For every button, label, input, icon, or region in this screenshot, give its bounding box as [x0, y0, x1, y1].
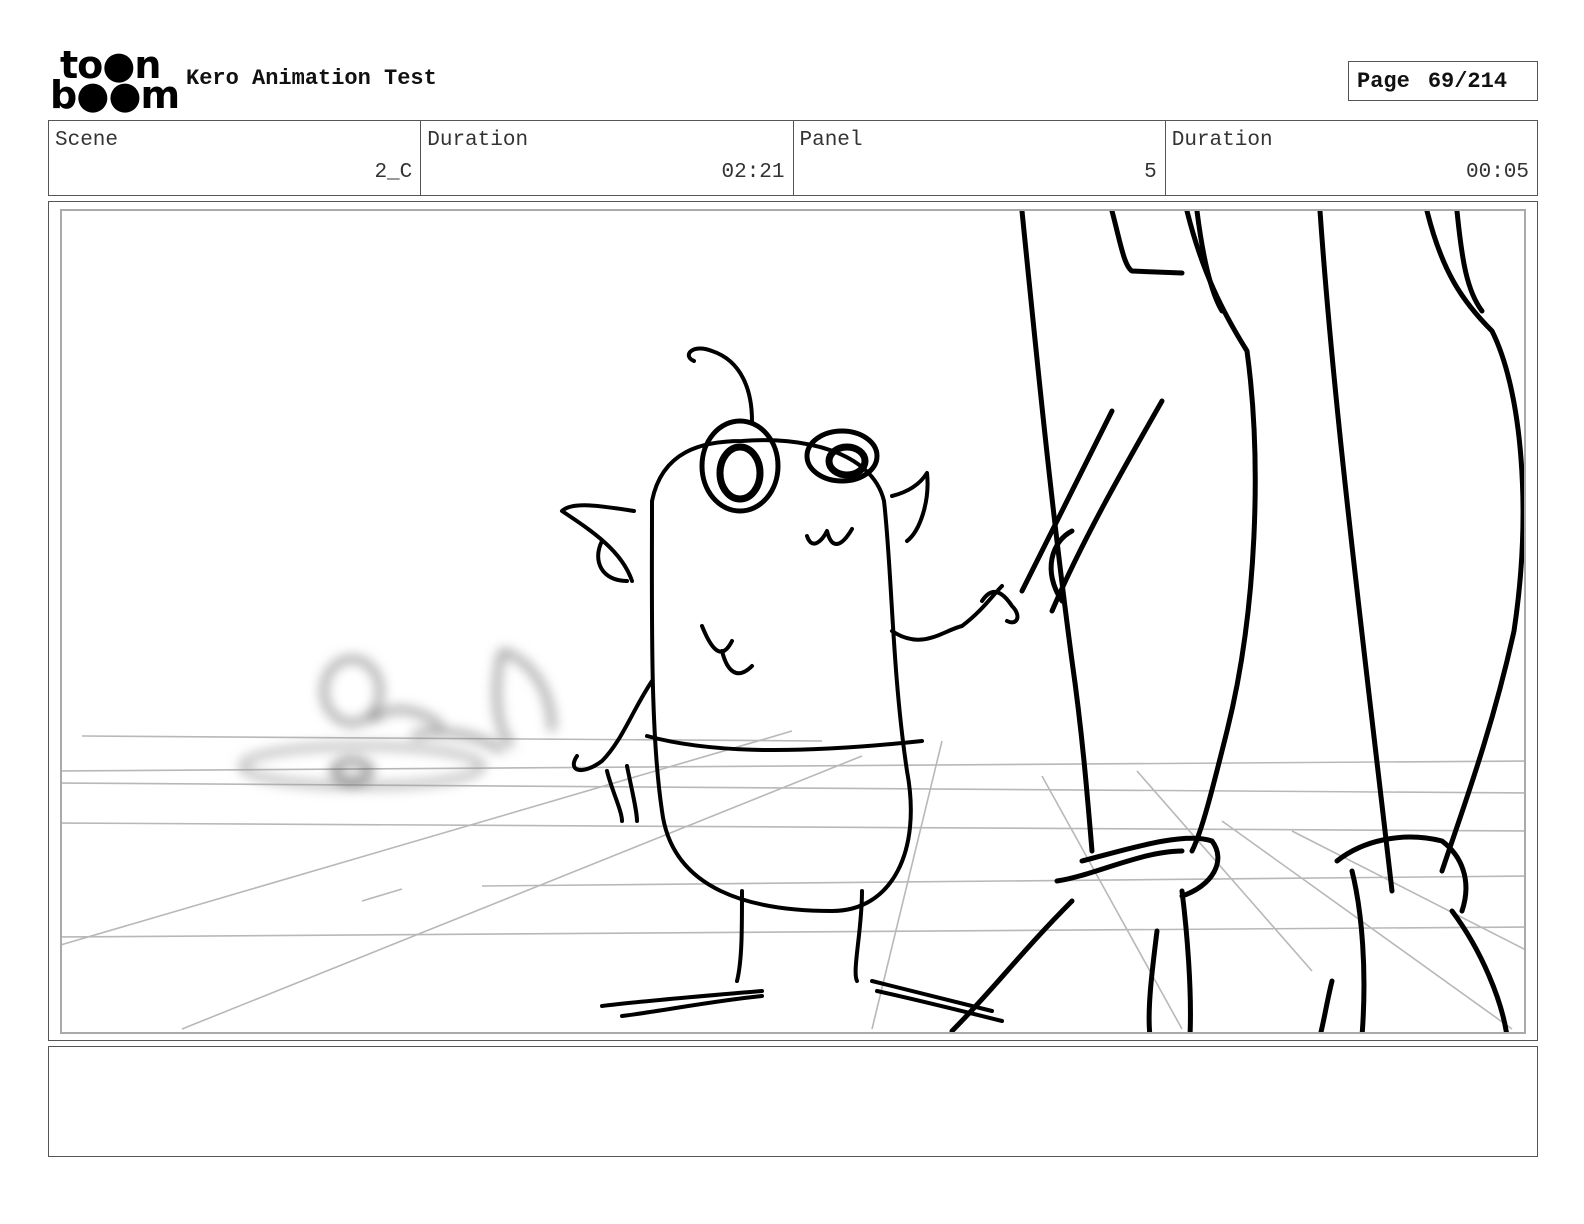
panel-label: Panel [799, 129, 863, 152]
blurred-background-figures [239, 648, 555, 789]
panel-cell: Panel 5 [794, 121, 1166, 195]
scene-label: Scene [55, 129, 119, 152]
panel-duration-label: Duration [1171, 129, 1273, 152]
storyboard-panel-frame [48, 201, 1538, 1041]
panel-duration-cell: Duration 00:05 [1166, 121, 1537, 195]
toon-boom-logo: to●n b●●m [50, 46, 180, 114]
scene-value: 2_C [374, 161, 413, 184]
floor-grid [62, 730, 1524, 1030]
scene-duration-label: Duration [427, 129, 529, 152]
panel-notes-box [48, 1046, 1538, 1157]
logo-text-bottom: b●●m [50, 73, 180, 117]
page-label: Page [1357, 68, 1410, 94]
human-legs [949, 211, 1524, 1032]
panel-duration-value: 00:05 [1465, 161, 1529, 184]
kero-character [560, 346, 1020, 1023]
page-number: 69/214 [1427, 68, 1508, 94]
panel-info-row: Scene 2_C Duration 02:21 Panel 5 Duratio… [48, 120, 1538, 196]
scene-cell: Scene 2_C [49, 121, 422, 195]
page-indicator: Page 69/214 [1348, 61, 1538, 101]
scene-duration-cell: Duration 02:21 [421, 121, 794, 195]
storyboard-drawing [60, 209, 1526, 1034]
scene-duration-value: 02:21 [721, 161, 785, 184]
project-title: Kero Animation Test [186, 66, 437, 91]
panel-value: 5 [1144, 161, 1157, 184]
